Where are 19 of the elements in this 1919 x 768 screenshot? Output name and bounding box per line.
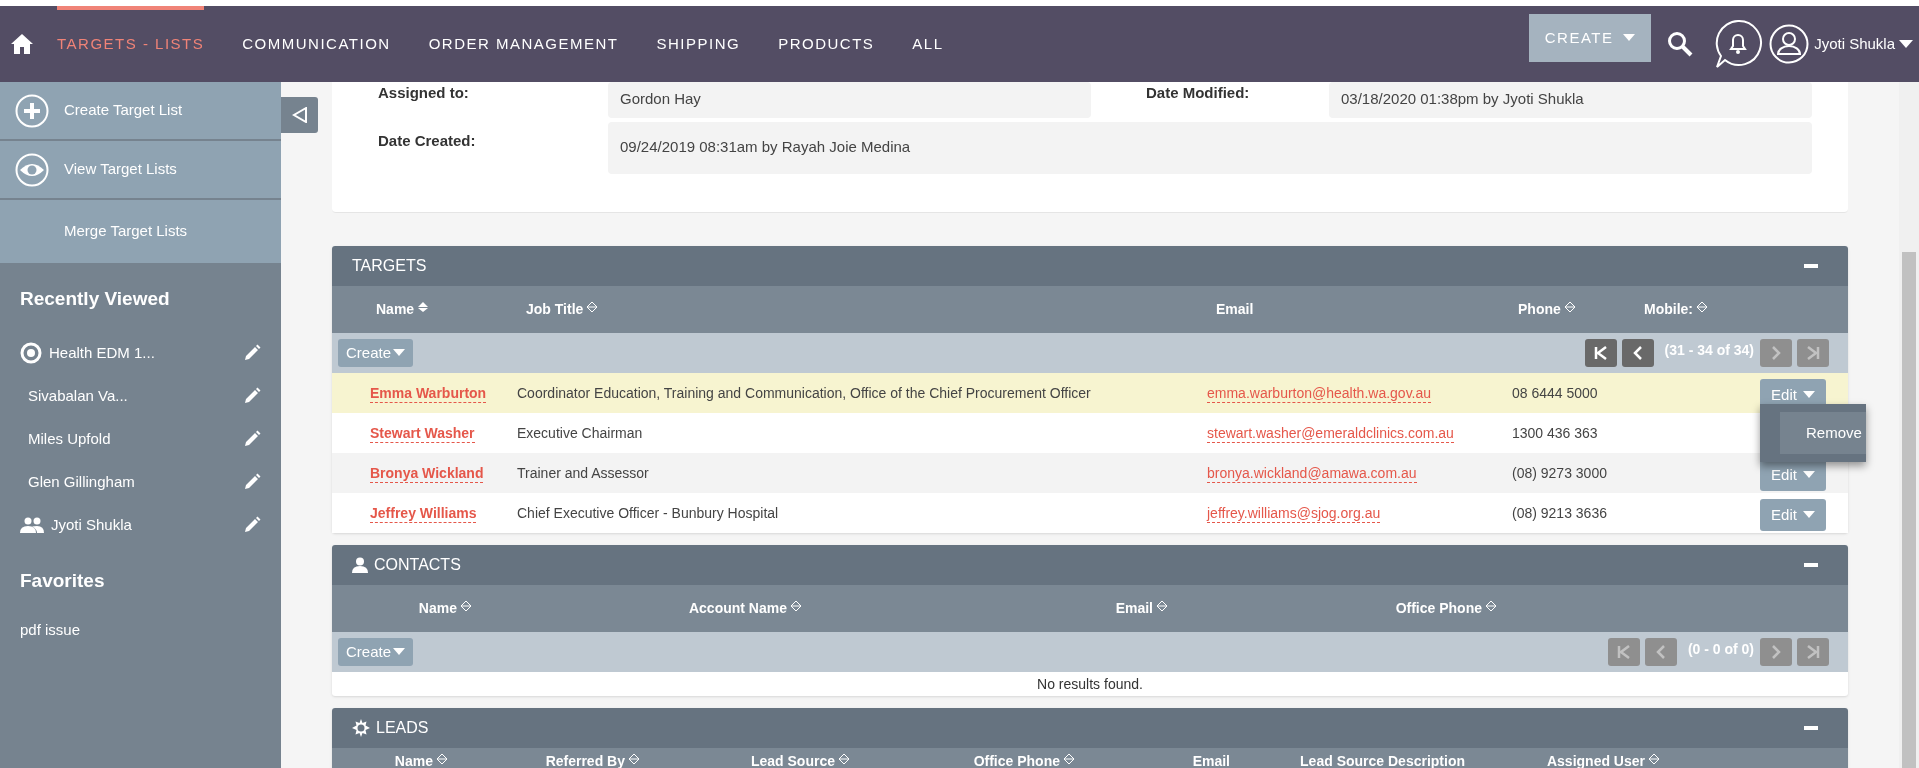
section-heading: Recently Viewed [19, 287, 171, 311]
field-value: 09/24/2019 08:31am by Rayah Joie Medina [608, 122, 1812, 174]
field-label: Date Created: [378, 131, 477, 151]
table-cell-text: Executive Chairman [517, 423, 644, 443]
table-cell-text: 1300 436 363 [1512, 423, 1599, 443]
pagination-count: (0 - 0 of 0) [1687, 639, 1754, 659]
table-cell-text: (08) 9273 3000 [1512, 463, 1608, 483]
empty-message: No results found. [1036, 674, 1144, 694]
table-cell-text: Trainer and Assessor [517, 463, 650, 483]
table-cell-text: 08 6444 5000 [1512, 383, 1599, 403]
table-cell-text: (08) 9213 3636 [1512, 503, 1608, 523]
field-value: Gordon Hay [608, 82, 1091, 118]
table-cell-text: Chief Executive Officer - Bunbury Hospital [517, 503, 780, 523]
pagination-count: (31 - 34 of 34) [1664, 340, 1754, 360]
field-label: Assigned to: [378, 83, 470, 103]
section-heading: Favorites [19, 568, 106, 593]
table-cell-text: Coordinator Education, Training and Communication, Office of the Chief Procurement Officer [517, 383, 1092, 403]
field-value: 03/18/2020 01:38pm by Jyoti Shukla [1329, 82, 1812, 118]
field-label: Date Modified: [1145, 83, 1251, 103]
